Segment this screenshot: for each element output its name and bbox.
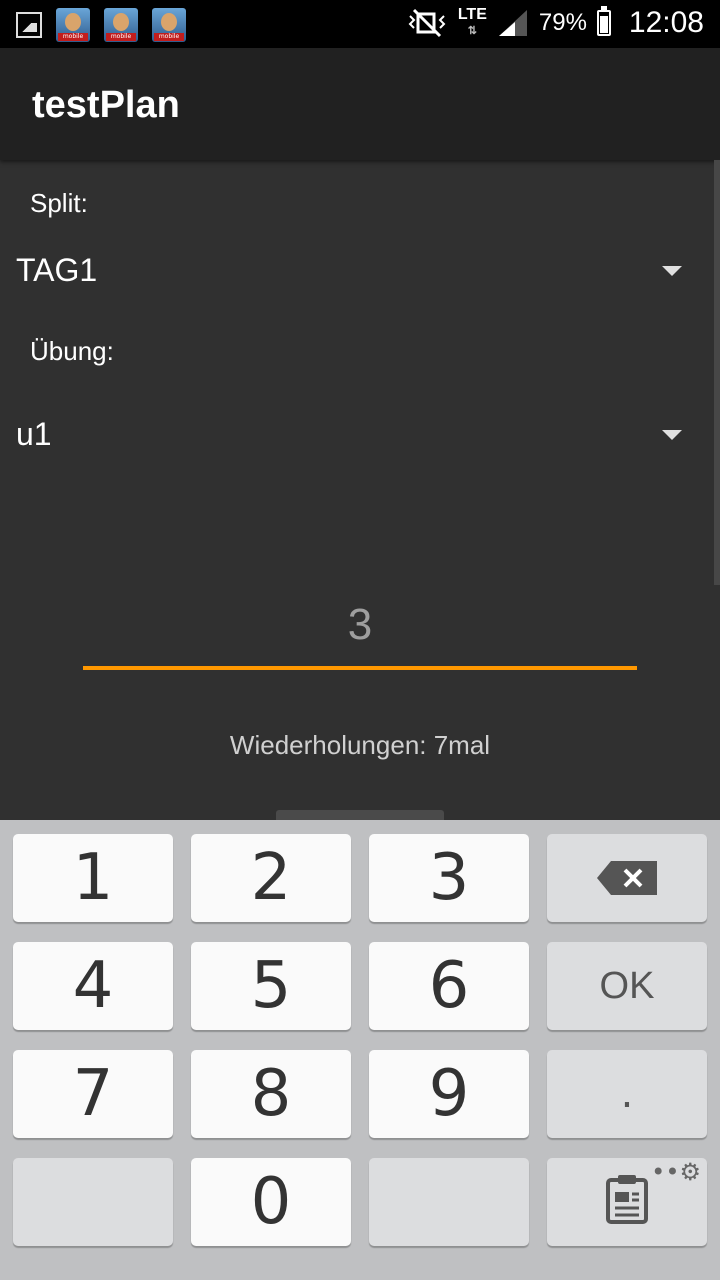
key-9[interactable]: 9 <box>369 1050 529 1138</box>
key-label: 4 <box>72 949 114 1023</box>
split-label: Split: <box>30 188 88 218</box>
backspace-key[interactable] <box>547 834 707 922</box>
main-content: Split: TAG1 Übung: u1 3 Wiederholungen: … <box>0 160 720 820</box>
ok-label: OK <box>599 965 655 1007</box>
key-1[interactable]: 1 <box>13 834 173 922</box>
battery-icon <box>596 6 611 36</box>
key-0[interactable]: 0 <box>191 1158 351 1246</box>
key-7[interactable]: 7 <box>13 1050 173 1138</box>
app-tag-text: mobile <box>154 33 184 41</box>
numeric-keyboard: 1 2 3 4 5 6 OK 7 8 9 . 0 ••⚙ <box>0 810 720 1280</box>
clock: 12:08 <box>628 6 704 39</box>
key-label: 7 <box>72 1057 114 1131</box>
key-3[interactable]: 3 <box>369 834 529 922</box>
dot-key[interactable]: . <box>547 1050 707 1138</box>
clipboard-icon <box>606 1175 648 1224</box>
status-bar: mobile mobile mobile LTE ⇅ 79% 12:08 <box>0 0 720 48</box>
key-label: 3 <box>428 841 470 915</box>
data-arrows-icon: ⇅ <box>467 25 477 37</box>
network-type: LTE ⇅ <box>458 7 487 39</box>
signal-icon <box>498 10 527 36</box>
clipboard-key[interactable]: ••⚙ <box>547 1158 707 1246</box>
exercise-spinner[interactable]: u1 <box>16 404 688 464</box>
app-bar: testPlan <box>0 48 720 160</box>
dot-label: . <box>620 1071 634 1117</box>
mute-vibrate-icon <box>408 8 446 38</box>
key-6[interactable]: 6 <box>369 942 529 1030</box>
key-4[interactable]: 4 <box>13 942 173 1030</box>
key-5[interactable]: 5 <box>191 942 351 1030</box>
app-notification-icon: mobile <box>56 8 90 42</box>
key-label: 8 <box>250 1057 292 1131</box>
notification-icons: mobile mobile mobile <box>16 8 186 42</box>
split-spinner[interactable]: TAG1 <box>16 240 688 300</box>
split-value: TAG1 <box>16 252 98 288</box>
ok-key[interactable]: OK <box>547 942 707 1030</box>
number-value: 3 <box>347 600 373 649</box>
settings-gear-icon: ••⚙ <box>651 1158 701 1186</box>
blank-key[interactable] <box>13 1158 173 1246</box>
exercise-value: u1 <box>16 416 52 452</box>
key-label: 0 <box>250 1165 292 1239</box>
app-notification-icon: mobile <box>104 8 138 42</box>
repetitions-text: Wiederholungen: 7mal <box>229 730 491 760</box>
keyboard-handle <box>276 810 444 820</box>
key-label: 1 <box>72 841 114 915</box>
dropdown-arrow-icon <box>662 266 682 276</box>
backspace-icon <box>597 861 657 895</box>
blank-key[interactable] <box>369 1158 529 1246</box>
key-label: 6 <box>428 949 470 1023</box>
key-8[interactable]: 8 <box>191 1050 351 1138</box>
key-label: 9 <box>428 1057 470 1131</box>
page-title: testPlan <box>32 84 180 126</box>
app-notification-icon: mobile <box>152 8 186 42</box>
battery-percent: 79% <box>538 9 587 36</box>
scrollbar[interactable] <box>714 160 720 585</box>
dropdown-arrow-icon <box>662 430 682 440</box>
input-underline <box>83 666 637 670</box>
key-label: 5 <box>250 949 292 1023</box>
app-tag-text: mobile <box>106 33 136 41</box>
gallery-icon <box>16 12 42 38</box>
battery-level <box>599 15 608 33</box>
system-icons: LTE ⇅ 79% 12:08 <box>406 6 704 40</box>
network-label: LTE <box>457 6 487 23</box>
key-2[interactable]: 2 <box>191 834 351 922</box>
app-tag-text: mobile <box>58 33 88 41</box>
number-input[interactable]: 3 <box>83 600 637 670</box>
key-label: 2 <box>250 841 292 915</box>
exercise-label: Übung: <box>30 336 114 366</box>
